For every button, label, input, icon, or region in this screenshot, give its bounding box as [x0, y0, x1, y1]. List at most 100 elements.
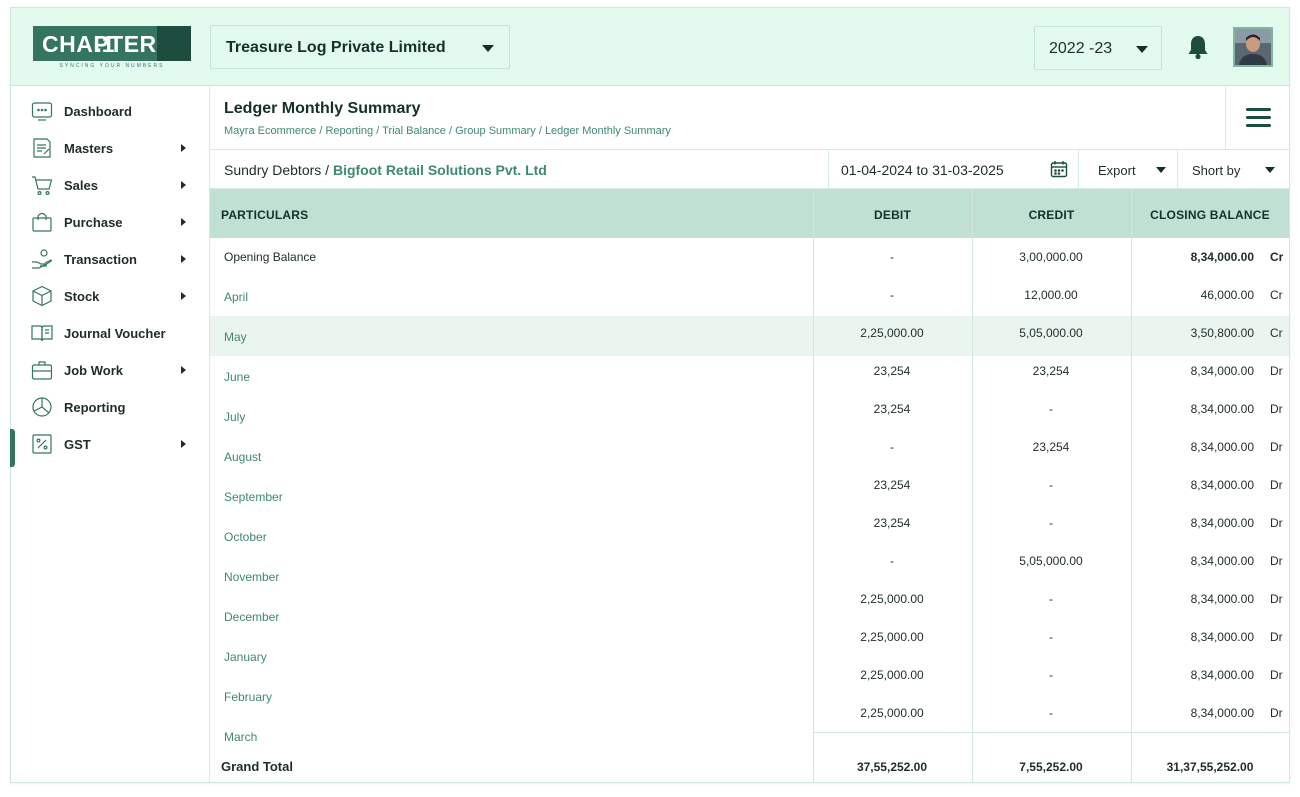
particular-month[interactable]: January	[224, 650, 267, 664]
pie-icon	[31, 396, 53, 418]
particular-month[interactable]: June	[224, 370, 250, 384]
closing-cell: 8,34,000.00	[1190, 364, 1254, 378]
group-name: Sundry Debtors /	[224, 162, 330, 178]
grand-total-closing: 31,37,55,252.00	[1166, 760, 1254, 774]
hamburger-menu-button[interactable]	[1225, 87, 1289, 150]
sort-label: Short by	[1192, 163, 1241, 178]
sidebar-item-label: Dashboard	[64, 104, 132, 119]
column-header-particulars[interactable]: PARTICULARS	[221, 189, 308, 238]
masters-icon	[31, 137, 53, 159]
logo[interactable]: CHAPTER .1 SYNCING YOUR NUMBERS	[33, 26, 191, 70]
credit-cell: 12,000.00	[1024, 288, 1078, 302]
chevron-right-icon	[181, 144, 186, 152]
closing-cell: 8,34,000.00	[1190, 250, 1254, 264]
dashboard-icon	[31, 100, 53, 122]
grand-total-label: Grand Total	[221, 759, 293, 774]
column-header-closing-balance[interactable]: CLOSING BALANCE	[1131, 189, 1289, 238]
credit-cell: 23,254	[1032, 440, 1070, 454]
column-header-credit[interactable]: CREDIT	[972, 189, 1131, 238]
sidebar-item-purchase[interactable]: Purchase	[11, 204, 210, 241]
avatar[interactable]	[1233, 27, 1273, 67]
particular-month[interactable]: February	[224, 690, 272, 704]
chevron-right-icon	[181, 255, 186, 263]
sidebar-item-stock[interactable]: Stock	[11, 278, 210, 315]
balance-type: Cr	[1270, 250, 1284, 264]
column-header-debit[interactable]: DEBIT	[813, 189, 972, 238]
debit-cell: 2,25,000.00	[860, 326, 924, 340]
closing-cell: 46,000.00	[1200, 288, 1254, 302]
credit-cell: 5,05,000.00	[1019, 326, 1083, 340]
sidebar-item-job-work[interactable]: Job Work	[11, 352, 210, 389]
particular-month[interactable]: November	[224, 570, 279, 584]
debit-cell: -	[890, 288, 894, 302]
ledger-name[interactable]: Bigfoot Retail Solutions Pvt. Ltd	[333, 162, 547, 178]
particular-month[interactable]: August	[224, 450, 261, 464]
credit-cell: -	[1049, 706, 1053, 720]
box-icon	[31, 285, 53, 307]
chevron-right-icon	[181, 181, 186, 189]
balance-type: Dr	[1270, 706, 1283, 720]
debit-cell: 23,254	[873, 478, 911, 492]
page-title: Ledger Monthly Summary	[224, 100, 421, 117]
credit-cell: -	[1049, 668, 1053, 682]
bell-icon[interactable]	[1187, 34, 1209, 60]
credit-cell: -	[1049, 592, 1053, 606]
closing-cell: 8,34,000.00	[1190, 592, 1254, 606]
book-icon	[31, 322, 53, 344]
sidebar-item-journal-voucher[interactable]: Journal Voucher	[11, 315, 210, 352]
date-range-picker[interactable]: 01-04-2024 to 31-03-2025	[828, 150, 1078, 189]
closing-cell: 3,50,800.00	[1190, 326, 1254, 340]
export-dropdown[interactable]: Export	[1078, 150, 1177, 189]
closing-cell: 8,34,000.00	[1190, 706, 1254, 720]
debit-cell: -	[890, 554, 894, 568]
chevron-down-icon	[482, 45, 494, 52]
sidebar-item-label: Journal Voucher	[64, 326, 166, 341]
particular-month[interactable]: December	[224, 610, 279, 624]
credit-cell: -	[1049, 402, 1053, 416]
balance-type: Dr	[1270, 668, 1283, 682]
balance-type: Dr	[1270, 592, 1283, 606]
sidebar-item-masters[interactable]: Masters	[11, 130, 210, 167]
closing-cell: 8,34,000.00	[1190, 668, 1254, 682]
sidebar-item-gst[interactable]: GST	[11, 426, 210, 463]
logo-tagline: SYNCING YOUR NUMBERS	[59, 63, 165, 69]
balance-type: Dr	[1270, 554, 1283, 568]
particular-month[interactable]: May	[224, 330, 247, 344]
sidebar-item-label: Masters	[64, 141, 114, 156]
sidebar-item-dashboard[interactable]: Dashboard	[11, 93, 210, 130]
title-bar: Ledger Monthly Summary Mayra Ecommerce /…	[210, 87, 1289, 150]
chevron-right-icon	[181, 366, 186, 374]
year-selector[interactable]: 2022 -23	[1034, 26, 1162, 70]
closing-cell: 8,34,000.00	[1190, 516, 1254, 530]
sidebar-item-label: Stock	[64, 289, 100, 304]
particular-month[interactable]: October	[224, 530, 267, 544]
debit-cell: -	[890, 440, 894, 454]
closing-cell: 8,34,000.00	[1190, 630, 1254, 644]
calendar-icon[interactable]	[1050, 160, 1068, 178]
particular-month[interactable]: July	[224, 410, 245, 424]
sidebar-item-sales[interactable]: Sales	[11, 167, 210, 204]
debit-cell: 2,25,000.00	[860, 668, 924, 682]
closing-cell: 8,34,000.00	[1190, 554, 1254, 568]
debit-cell: -	[890, 250, 894, 264]
particular-month[interactable]: March	[224, 730, 257, 744]
bag-icon	[31, 211, 53, 233]
sidebar-item-label: Purchase	[64, 215, 123, 230]
filter-bar: Sundry Debtors / Bigfoot Retail Solution…	[210, 150, 1289, 189]
sort-dropdown[interactable]: Short by	[1177, 150, 1289, 189]
grand-total-debit: 37,55,252.00	[856, 760, 928, 774]
chevron-right-icon	[181, 292, 186, 300]
chevron-down-icon	[1156, 167, 1166, 173]
sidebar-item-transaction[interactable]: Transaction	[11, 241, 210, 278]
debit-cell: 2,25,000.00	[860, 592, 924, 606]
particular-month[interactable]: April	[224, 290, 248, 304]
credit-cell: 3,00,000.00	[1019, 250, 1083, 264]
company-selector[interactable]: Treasure Log Private Limited	[210, 25, 510, 69]
export-label: Export	[1098, 163, 1136, 178]
particular-month[interactable]: September	[224, 490, 283, 504]
sidebar-item-reporting[interactable]: Reporting	[11, 389, 210, 426]
company-name: Treasure Log Private Limited	[226, 39, 446, 56]
breadcrumb[interactable]: Mayra Ecommerce / Reporting / Trial Bala…	[224, 125, 671, 137]
credit-cell: 23,254	[1032, 364, 1070, 378]
top-bar: CHAPTER .1 SYNCING YOUR NUMBERS Treasure…	[11, 8, 1289, 86]
